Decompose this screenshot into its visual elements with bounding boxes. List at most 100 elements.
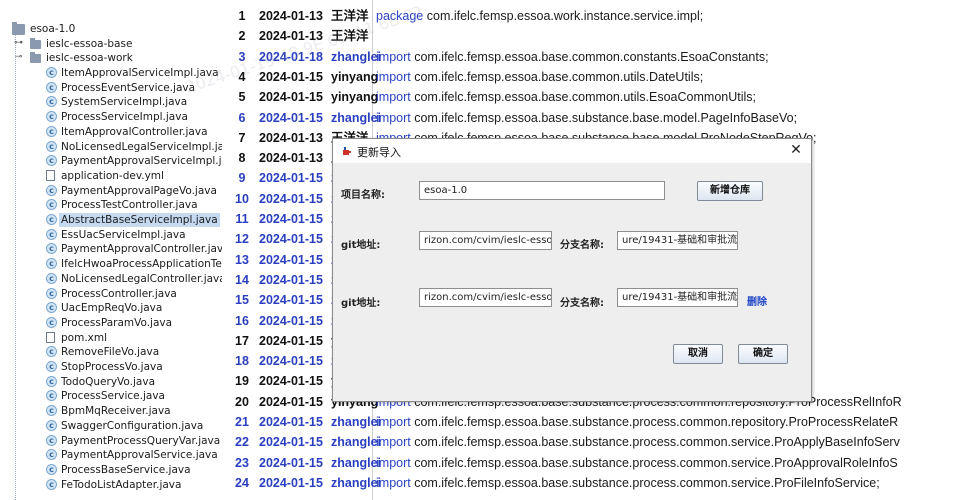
- blame-date: 2024-01-15: [259, 293, 323, 308]
- tree-file-item[interactable]: c ProcessServiceImpl.java: [46, 110, 190, 124]
- tree-file-item[interactable]: c FeTodoListAdapter.java: [46, 478, 183, 492]
- code-text: com.ifelc.femsp.essoa.base.substance.pro…: [410, 475, 880, 490]
- tree-file-label: PaymentApprovalPageVo.java: [61, 184, 217, 197]
- tree-root-label: esoa-1.0: [30, 23, 76, 35]
- tree-file-item[interactable]: c ProcessTestController.java: [46, 198, 200, 212]
- code-line[interactable]: 3 2024-01-18 zhanglei import com.ifelc.fems…: [222, 47, 970, 67]
- new-repo-button[interactable]: 新增仓库: [697, 181, 763, 201]
- class-file-icon: c: [46, 258, 57, 270]
- line-number: 13: [235, 252, 249, 267]
- git-address-field[interactable]: rizon.com/cvim/ieslc-essoa-base.git: [419, 231, 552, 250]
- tree-file-item[interactable]: c ItemApprovalServiceImpl.java: [46, 66, 221, 80]
- tree-file-item[interactable]: c PaymentApprovalService.java: [46, 448, 220, 462]
- line-number: 16: [235, 313, 249, 328]
- tree-file-item[interactable]: c PaymentApprovalServiceImpl.java: [46, 154, 223, 168]
- tree-file-item[interactable]: c PaymentProcessQueryVar.java: [46, 434, 222, 448]
- tree-module-base[interactable]: ⊶ ieslc-essoa-base: [14, 37, 134, 51]
- class-file-icon: c: [46, 375, 57, 387]
- tree-file-label: ItemApprovalController.java: [61, 125, 208, 138]
- class-file-icon: c: [46, 140, 57, 152]
- close-icon[interactable]: ✕: [788, 142, 804, 158]
- line-number: 5: [238, 90, 246, 105]
- code-line[interactable]: 21 2024-01-15 zhanglei import com.ifelc.fem…: [222, 412, 970, 432]
- source-text: import com.ifelc.femsp.essoa.base.substa…: [376, 473, 880, 493]
- branch-name-label: 分支名称:: [560, 298, 604, 309]
- class-file-icon: c: [46, 390, 57, 402]
- tree-file-item[interactable]: c AbstractBaseServiceImpl.java: [46, 213, 220, 227]
- tree-file-label: PaymentApprovalServiceImpl.java: [61, 155, 223, 168]
- code-line[interactable]: 23 2024-01-15 zhanglei import com.ifelc.fem…: [222, 453, 970, 473]
- tree-file-item[interactable]: c PaymentApprovalPageVo.java: [46, 184, 219, 198]
- blame-date: 2024-01-15: [259, 191, 323, 206]
- source-text: import com.ifelc.femsp.essoa.base.substa…: [376, 412, 898, 432]
- tree-file-item[interactable]: c ItemApprovalController.java: [46, 125, 210, 139]
- code-line[interactable]: 6 2024-01-15 zhanglei import com.ifelc.fems…: [222, 108, 970, 128]
- cancel-button[interactable]: 取消: [673, 344, 723, 364]
- blame-date: 2024-01-13: [259, 29, 323, 44]
- code-line[interactable]: 5 2024-01-15 yinyang import com.ifelc.femsp…: [222, 87, 970, 107]
- line-number: 6: [238, 110, 246, 125]
- code-line[interactable]: 24 2024-01-15 zhanglei import com.ifelc.fem…: [222, 473, 970, 493]
- tree-file-item[interactable]: c TodoQueryVo.java: [46, 375, 157, 389]
- expand-toggle-icon[interactable]: ⊶: [14, 39, 23, 48]
- tree-file-label: IfelcHwoaProcessApplicationTests.j: [61, 258, 222, 271]
- tree-file-item[interactable]: pom.xml: [46, 331, 109, 345]
- tree-file-item[interactable]: c ProcessParamVo.java: [46, 316, 174, 330]
- git-address-field[interactable]: rizon.com/cvim/ieslc-essoa-work.git: [419, 288, 552, 307]
- keyword: import: [376, 415, 411, 429]
- tree-file-item[interactable]: c ProcessBaseService.java: [46, 463, 193, 477]
- tree-file-item[interactable]: c ProcessService.java: [46, 389, 167, 403]
- tree-file-item[interactable]: c IfelcHwoaProcessApplicationTests.j: [46, 257, 222, 271]
- class-file-icon: c: [46, 199, 57, 211]
- tree-file-item[interactable]: c NoLicensedLegalServiceImpl.java: [46, 140, 222, 154]
- tree-file-label: ProcessTestController.java: [61, 199, 198, 212]
- delete-link[interactable]: 删除: [747, 293, 767, 308]
- blame-author: yinyang: [331, 90, 379, 105]
- blame-author: zhanglei: [331, 455, 382, 470]
- tree-file-label: TodoQueryVo.java: [61, 375, 155, 388]
- blame-author: zhanglei: [331, 49, 382, 64]
- tree-file-item[interactable]: c SwaggerConfiguration.java: [46, 419, 205, 433]
- code-line[interactable]: 4 2024-01-15 yinyang import com.ifelc.femsp…: [222, 67, 970, 87]
- tree-file-item[interactable]: application-dev.yml: [46, 169, 166, 183]
- tree-file-item[interactable]: c ProcessController.java: [46, 287, 179, 301]
- collapse-toggle-icon[interactable]: ⊸: [14, 53, 23, 62]
- blame-date: 2024-01-15: [259, 394, 323, 409]
- line-number: 18: [235, 354, 249, 369]
- tree-file-label: NoLicensedLegalController.java: [61, 272, 223, 285]
- tree-file-item[interactable]: c BpmMqReceiver.java: [46, 404, 173, 418]
- tree-file-item[interactable]: c EssUacServiceImpl.java: [46, 228, 188, 242]
- branch-name-field[interactable]: ure/19431-基础和审批流程: [617, 288, 738, 307]
- tree-module-work[interactable]: ⊸ ieslc-essoa-work: [14, 51, 135, 65]
- line-number: 22: [235, 435, 249, 450]
- branch-name-field[interactable]: ure/19431-基础和审批流程: [617, 231, 738, 250]
- code-text: com.ifelc.femsp.essoa.base.common.utils.…: [410, 69, 704, 84]
- line-number: 8: [238, 151, 246, 166]
- blame-date: 2024-01-15: [259, 435, 323, 450]
- tree-file-item[interactable]: c UacEmpReqVo.java: [46, 301, 164, 315]
- project-name-field[interactable]: esoa-1.0: [419, 181, 665, 200]
- keyword: import: [376, 435, 411, 450]
- tree-file-item[interactable]: c NoLicensedLegalController.java: [46, 272, 223, 286]
- tree-file-item[interactable]: c PaymentApprovalController.java: [46, 242, 222, 256]
- tree-file-item[interactable]: c RemoveFileVo.java: [46, 345, 161, 359]
- code-line[interactable]: 22 2024-01-15 zhanglei import com.ifelc.fem…: [222, 432, 970, 452]
- tree-file-item[interactable]: c SystemServiceImpl.java: [46, 95, 189, 109]
- code-line[interactable]: 1 2024-01-13 王洋洋 package com.ifelc.femsp.es…: [222, 6, 970, 26]
- file-icon: [46, 169, 55, 181]
- keyword: import: [376, 110, 411, 125]
- source-text: import com.ifelc.femsp.essoa.base.common…: [376, 67, 703, 87]
- tree-file-label: ItemApprovalServiceImpl.java: [61, 67, 219, 79]
- class-file-icon: c: [46, 111, 57, 123]
- class-file-icon: c: [46, 316, 57, 328]
- class-file-icon: c: [46, 287, 57, 299]
- ok-button[interactable]: 确定: [738, 344, 788, 364]
- tree-root[interactable]: esoa-1.0: [12, 22, 77, 36]
- tree-module-label: ieslc-essoa-base: [46, 38, 133, 50]
- tree-file-item[interactable]: c StopProcessVo.java: [46, 360, 165, 374]
- keyword: import: [376, 455, 411, 470]
- dialog-titlebar[interactable]: 更新导入 ✕: [333, 139, 811, 163]
- line-number: 14: [235, 272, 249, 287]
- code-line[interactable]: 2 2024-01-13 王洋洋: [222, 26, 970, 46]
- tree-file-item[interactable]: c ProcessEventService.java: [46, 81, 197, 95]
